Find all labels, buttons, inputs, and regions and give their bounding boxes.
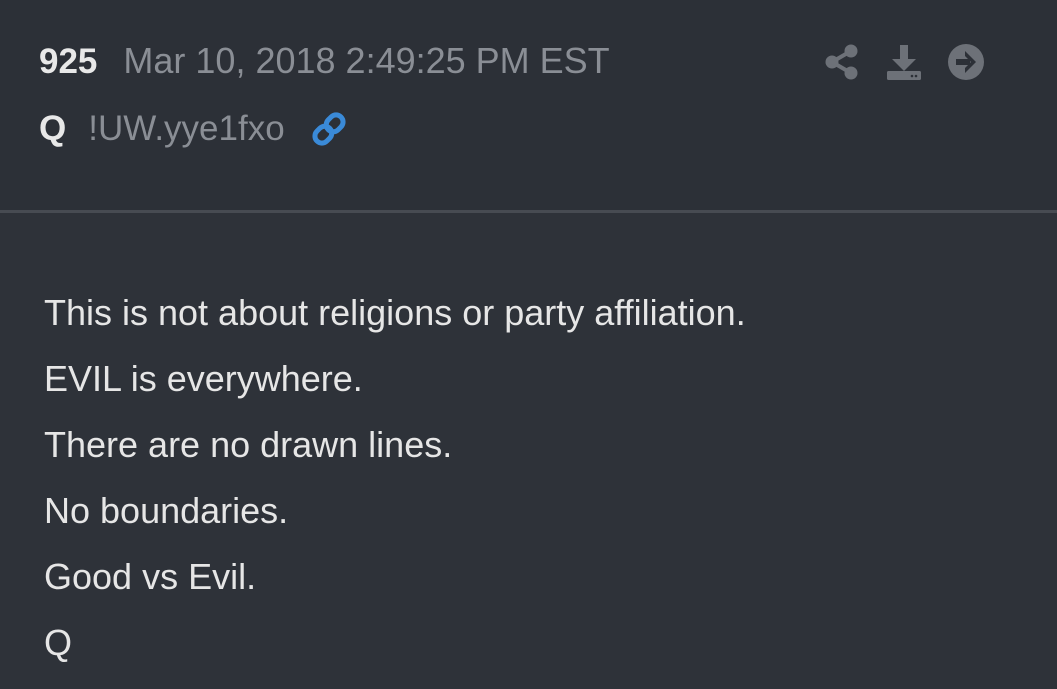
share-icon[interactable]	[822, 42, 862, 82]
post-line: EVIL is everywhere.	[44, 358, 363, 399]
post-number[interactable]: 925	[39, 42, 97, 82]
arrow-circle-right-icon[interactable]	[946, 42, 986, 82]
author-name: Q	[39, 109, 67, 148]
post-signature: Q	[44, 622, 73, 663]
post-line: There are no drawn lines.	[44, 424, 453, 465]
post-actions	[822, 42, 986, 82]
download-icon[interactable]	[884, 42, 924, 82]
post-card: 925 Mar 10, 2018 2:49:25 PM EST Q !UW.yy…	[0, 0, 1057, 689]
post-meta: 925 Mar 10, 2018 2:49:25 PM EST	[39, 40, 610, 86]
post-header: 925 Mar 10, 2018 2:49:25 PM EST Q !UW.yy…	[0, 0, 1057, 213]
post-author-row: Q !UW.yye1fxo	[39, 106, 349, 152]
link-icon[interactable]	[309, 109, 349, 149]
post-line: Good vs Evil.	[44, 556, 257, 597]
post-timestamp: Mar 10, 2018 2:49:25 PM EST	[123, 40, 610, 81]
post-body: This is not about religions or party aff…	[44, 280, 1024, 676]
tripcode: !UW.yye1fxo	[88, 109, 285, 148]
post-line: This is not about religions or party aff…	[44, 292, 746, 333]
post-line: No boundaries.	[44, 490, 289, 531]
